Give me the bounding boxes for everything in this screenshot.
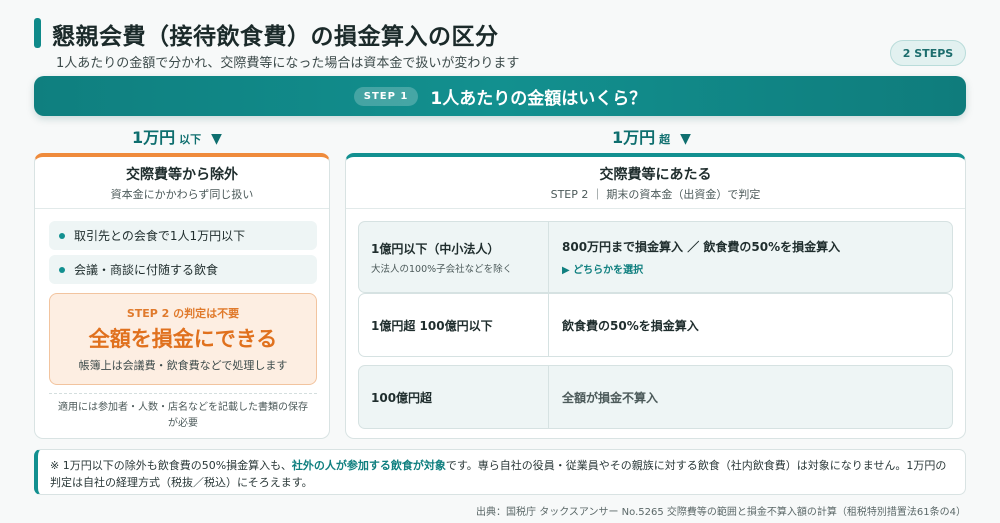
branch-right-amount: 1万円 bbox=[612, 128, 656, 147]
choice-note: ▶ どちらかを選択 bbox=[562, 265, 644, 276]
row-sublabel: 大法人の100%子会社などを除く bbox=[371, 263, 513, 275]
down-arrow-icon: ▼ bbox=[680, 131, 691, 147]
table-row: 100億円超 全額が損金不算入 bbox=[358, 365, 953, 429]
bullet-dot-icon bbox=[59, 232, 65, 239]
footer-line: 適用には参加者・人数・店名などを記載した書類の保存 bbox=[58, 402, 308, 413]
branch-right-label: 1万円 超 ▼ bbox=[612, 124, 691, 148]
footnote-prefix: ※ 1万円以下の除外も飲食費の50%損金算入も、 bbox=[50, 459, 292, 472]
footnote: ※ 1万円以下の除外も飲食費の50%損金算入も、社外の人が参加する飲食が対象です… bbox=[34, 449, 966, 495]
entertainment-card-header: 交際費等にあたる STEP 2 ｜ 期末の資本金（出資金）で判定 bbox=[346, 157, 965, 209]
list-item: 会議・商談に付随する飲食 bbox=[49, 255, 317, 284]
row-value-cell: 飲食費の50%を損金算入 bbox=[549, 294, 952, 356]
page-title: 懇親会費（接待飲食費）の損金算入の区分 bbox=[52, 24, 499, 50]
excluded-card-header: 交際費等から除外 資本金にかかわらず同じ扱い bbox=[35, 157, 329, 209]
excluded-card: 交際費等から除外 資本金にかかわらず同じ扱い 取引先との会食で1人1万円以下 会… bbox=[34, 153, 330, 439]
row-label-cell: 1億円以下（中小法人） 大法人の100%子会社などを除く bbox=[359, 222, 549, 292]
step1-pill: STEP 1 bbox=[353, 86, 419, 106]
row-label: 1億円以下（中小法人） bbox=[371, 241, 500, 256]
result-box: STEP 2 の判定は不要 全額を損金にできる 帳簿上は会議費・飲食費などで処理… bbox=[49, 293, 317, 385]
entertainment-card-title: 交際費等にあたる bbox=[599, 166, 712, 183]
step1-banner: STEP 1 1人あたりの金額はいくら？ bbox=[34, 76, 966, 116]
bullet-dot-icon bbox=[59, 266, 65, 273]
result-main: 全額を損金にできる bbox=[88, 327, 278, 351]
entertainment-card-subtitle: STEP 2 ｜ 期末の資本金（出資金）で判定 bbox=[550, 187, 761, 201]
list-item-text: 取引先との会食で1人1万円以下 bbox=[74, 229, 246, 243]
footer-line: が必要 bbox=[168, 418, 198, 429]
branch-left-label: 1万円 以下 ▼ bbox=[132, 124, 222, 148]
page-subtitle: 1人あたりの金額で分かれ、交際費等になった場合は資本金で扱いが変わります bbox=[56, 56, 520, 71]
row-label: 100億円超 bbox=[371, 390, 433, 405]
row-label: 1億円超 100億円以下 bbox=[371, 318, 493, 333]
down-arrow-icon: ▼ bbox=[211, 131, 222, 147]
row-value: 全額が損金不算入 bbox=[562, 390, 659, 405]
row-label-cell: 1億円超 100億円以下 bbox=[359, 294, 549, 356]
excluded-card-subtitle: 資本金にかかわらず同じ扱い bbox=[110, 187, 254, 201]
row-value-cell: 全額が損金不算入 bbox=[549, 366, 952, 428]
result-note: STEP 2 の判定は不要 bbox=[126, 307, 240, 320]
result-description: 帳簿上は会議費・飲食費などで処理します bbox=[78, 359, 288, 372]
excluded-card-footer: 適用には参加者・人数・店名などを記載した書類の保存 が必要 bbox=[49, 393, 317, 432]
row-value-cell: 800万円まで損金算入 ／ 飲食費の50%を損金算入 ▶ どちらかを選択 bbox=[549, 222, 952, 292]
row-value: 飲食費の50%を損金算入 bbox=[562, 318, 699, 333]
row-value: 800万円まで損金算入 ／ 飲食費の50%を損金算入 bbox=[562, 240, 841, 254]
table-row: 1億円超 100億円以下 飲食費の50%を損金算入 bbox=[358, 293, 953, 357]
branch-right-suffix: 超 bbox=[659, 133, 671, 146]
list-item: 取引先との会食で1人1万円以下 bbox=[49, 221, 317, 250]
title-accent-bar bbox=[34, 18, 41, 48]
source-citation: 出典：国税庁 タックスアンサー No.5265 交際費等の範囲と損金不算入額の計… bbox=[476, 507, 966, 518]
branch-left-suffix: 以下 bbox=[179, 133, 202, 146]
table-row: 1億円以下（中小法人） 大法人の100%子会社などを除く 800万円まで損金算入… bbox=[358, 221, 953, 293]
excluded-card-title: 交際費等から除外 bbox=[126, 166, 238, 183]
branch-left-amount: 1万円 bbox=[132, 128, 176, 147]
footnote-highlight: 社外の人が参加する飲食が対象 bbox=[291, 459, 446, 472]
row-label-cell: 100億円超 bbox=[359, 366, 549, 428]
entertainment-card: 交際費等にあたる STEP 2 ｜ 期末の資本金（出資金）で判定 1億円以下（中… bbox=[345, 153, 966, 439]
steps-badge: 2 STEPS bbox=[890, 40, 966, 66]
step1-question: 1人あたりの金額はいくら？ bbox=[430, 88, 647, 109]
list-item-text: 会議・商談に付随する飲食 bbox=[74, 263, 219, 277]
